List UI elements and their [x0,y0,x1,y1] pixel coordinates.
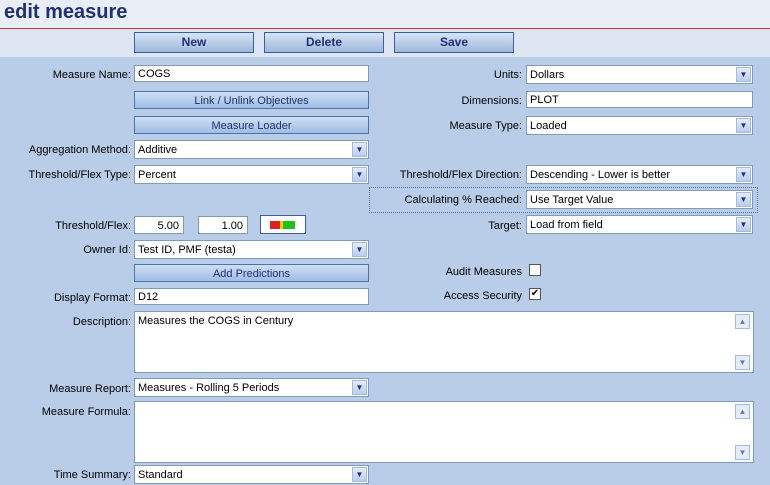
description-textarea[interactable]: Measures the COGS in Century ▲ ▼ [134,311,754,373]
aggregation-label: Aggregation Method: [28,144,131,156]
measure-type-label: Measure Type: [449,120,522,132]
target-value: Load from field [530,219,603,231]
chevron-down-icon: ▼ [736,67,751,82]
chevron-down-icon: ▼ [352,242,367,257]
threshold-value-2-input[interactable]: 1.00 [198,216,248,234]
threshold-color-button[interactable] [260,215,306,234]
measure-type-select[interactable]: Loaded ▼ [526,116,753,135]
owner-select[interactable]: Test ID, PMF (testa) ▼ [134,240,369,259]
chevron-down-icon: ▼ [352,167,367,182]
chevron-down-icon: ▼ [352,380,367,395]
description-label: Description: [72,316,131,328]
units-label: Units: [493,69,522,81]
measure-report-label: Measure Report: [49,383,131,395]
display-format-label: Display Format: [53,292,131,304]
threshold-color-icon [270,221,295,229]
measure-loader-button[interactable]: Measure Loader [134,116,369,134]
chevron-down-icon: ▼ [736,118,751,133]
measure-report-select[interactable]: Measures - Rolling 5 Periods ▼ [134,378,369,397]
measure-formula-textarea[interactable]: ▲ ▼ [134,401,754,463]
time-summary-value: Standard [138,469,183,481]
link-objectives-button[interactable]: Link / Unlink Objectives [134,91,369,109]
delete-button[interactable]: Delete [264,32,384,53]
threshold-type-label: Threshold/Flex Type: [28,169,131,181]
measure-name-label: Measure Name: [52,69,131,81]
scroll-up-icon[interactable]: ▲ [735,314,750,329]
calc-select[interactable]: Use Target Value ▼ [526,190,753,209]
dimensions-input[interactable]: PLOT [526,91,753,108]
toolbar: New Delete Save [0,29,770,57]
chevron-down-icon: ▼ [352,142,367,157]
threshold-type-select[interactable]: Percent ▼ [134,165,369,184]
units-select[interactable]: Dollars ▼ [526,65,753,84]
owner-label: Owner Id: [83,244,131,256]
scroll-up-icon[interactable]: ▲ [735,404,750,419]
threshold-value-1-input[interactable]: 5.00 [134,216,184,234]
measure-type-value: Loaded [530,120,567,132]
scroll-down-icon[interactable]: ▼ [735,445,750,460]
measure-formula-label: Measure Formula: [41,406,131,418]
calc-value: Use Target Value [530,194,614,206]
aggregation-value: Additive [138,144,178,156]
direction-select[interactable]: Descending - Lower is better ▼ [526,165,753,184]
chevron-down-icon: ▼ [352,467,367,482]
save-button[interactable]: Save [394,32,514,53]
chevron-down-icon: ▼ [736,167,751,182]
audit-label: Audit Measures [445,266,522,278]
chevron-down-icon: ▼ [736,217,751,232]
scroll-down-icon[interactable]: ▼ [735,355,750,370]
audit-checkbox[interactable] [529,264,541,276]
time-summary-select[interactable]: Standard ▼ [134,465,369,484]
checkmark-icon: ✔ [530,288,540,299]
page-title: edit measure [4,1,128,23]
units-value: Dollars [530,69,565,81]
target-label: Target: [488,220,522,232]
direction-value: Descending - Lower is better [530,169,671,181]
description-text: Measures the COGS in Century [138,315,294,327]
access-checkbox[interactable]: ✔ [529,288,541,300]
title-bar: edit measure [0,0,770,29]
new-button[interactable]: New [134,32,254,53]
time-summary-label: Time Summary: [53,469,131,481]
display-format-input[interactable]: D12 [134,288,369,305]
add-predictions-button[interactable]: Add Predictions [134,264,369,282]
measure-name-input[interactable]: COGS [134,65,369,82]
target-select[interactable]: Load from field ▼ [526,215,753,234]
chevron-down-icon: ▼ [736,192,751,207]
aggregation-select[interactable]: Additive ▼ [134,140,369,159]
measure-report-value: Measures - Rolling 5 Periods [138,382,280,394]
dimensions-label: Dimensions: [461,95,522,107]
direction-label: Threshold/Flex Direction: [399,169,522,181]
threshold-label: Threshold/Flex: [55,220,131,232]
access-label: Access Security [443,290,522,302]
owner-value: Test ID, PMF (testa) [138,244,236,256]
threshold-type-value: Percent [138,169,176,181]
calc-label: Calculating % Reached: [404,194,522,206]
